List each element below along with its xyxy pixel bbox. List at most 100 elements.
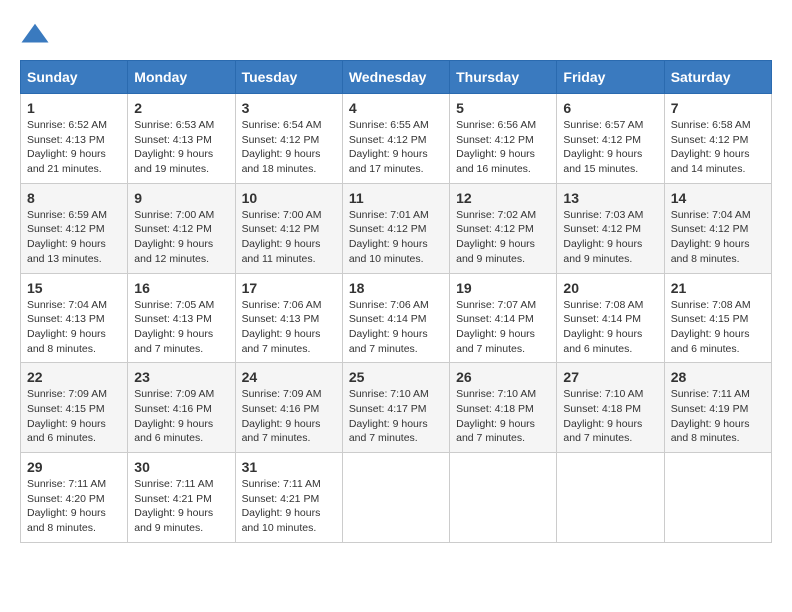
calendar-cell: 22Sunrise: 7:09 AMSunset: 4:15 PMDayligh… [21,363,128,453]
day-content: Sunrise: 7:03 AMSunset: 4:12 PMDaylight:… [563,208,657,267]
day-content: Sunrise: 7:09 AMSunset: 4:15 PMDaylight:… [27,387,121,446]
calendar-cell: 20Sunrise: 7:08 AMSunset: 4:14 PMDayligh… [557,273,664,363]
day-content: Sunrise: 6:54 AMSunset: 4:12 PMDaylight:… [242,118,336,177]
day-number: 4 [349,100,443,116]
calendar-cell: 1Sunrise: 6:52 AMSunset: 4:13 PMDaylight… [21,94,128,184]
calendar-week-row: 1Sunrise: 6:52 AMSunset: 4:13 PMDaylight… [21,94,772,184]
day-content: Sunrise: 6:56 AMSunset: 4:12 PMDaylight:… [456,118,550,177]
day-number: 6 [563,100,657,116]
day-content: Sunrise: 6:57 AMSunset: 4:12 PMDaylight:… [563,118,657,177]
day-number: 30 [134,459,228,475]
day-content: Sunrise: 6:59 AMSunset: 4:12 PMDaylight:… [27,208,121,267]
day-number: 12 [456,190,550,206]
day-number: 26 [456,369,550,385]
day-content: Sunrise: 7:08 AMSunset: 4:15 PMDaylight:… [671,298,765,357]
day-number: 21 [671,280,765,296]
day-number: 15 [27,280,121,296]
day-number: 1 [27,100,121,116]
calendar-cell [342,453,449,543]
day-number: 25 [349,369,443,385]
calendar-cell: 14 Sunrise: 7:04 AMSunset: 4:12 PMDayligh… [664,183,771,273]
day-content: Sunrise: 7:11 AMSunset: 4:21 PMDaylight:… [134,477,228,536]
calendar-cell: 27 Sunrise: 7:10 AMSunset: 4:18 PMDayligh… [557,363,664,453]
weekday-header: Thursday [450,61,557,94]
calendar-cell [557,453,664,543]
calendar-cell: 10 Sunrise: 7:00 AMSunset: 4:12 PMDayligh… [235,183,342,273]
calendar-cell: 3 Sunrise: 6:54 AMSunset: 4:12 PMDaylight… [235,94,342,184]
calendar-cell: 5Sunrise: 6:56 AMSunset: 4:12 PMDaylight… [450,94,557,184]
calendar-cell: 9 Sunrise: 7:00 AMSunset: 4:12 PMDaylight… [128,183,235,273]
calendar-cell: 26 Sunrise: 7:10 AMSunset: 4:18 PMDayligh… [450,363,557,453]
calendar-cell: 19 Sunrise: 7:07 AMSunset: 4:14 PMDayligh… [450,273,557,363]
calendar-cell: 23 Sunrise: 7:09 AMSunset: 4:16 PMDayligh… [128,363,235,453]
day-number: 16 [134,280,228,296]
day-number: 14 [671,190,765,206]
day-content: Sunrise: 7:09 AMSunset: 4:16 PMDaylight:… [134,387,228,446]
calendar-body: 1Sunrise: 6:52 AMSunset: 4:13 PMDaylight… [21,94,772,543]
day-content: Sunrise: 7:08 AMSunset: 4:14 PMDaylight:… [563,298,657,357]
calendar-cell: 6 Sunrise: 6:57 AMSunset: 4:12 PMDaylight… [557,94,664,184]
day-number: 3 [242,100,336,116]
calendar-header: SundayMondayTuesdayWednesdayThursdayFrid… [21,61,772,94]
day-content: Sunrise: 7:00 AMSunset: 4:12 PMDaylight:… [134,208,228,267]
calendar-cell: 29 Sunrise: 7:11 AMSunset: 4:20 PMDayligh… [21,453,128,543]
calendar-cell: 12Sunrise: 7:02 AMSunset: 4:12 PMDayligh… [450,183,557,273]
calendar-cell: 2 Sunrise: 6:53 AMSunset: 4:13 PMDaylight… [128,94,235,184]
day-number: 17 [242,280,336,296]
day-content: Sunrise: 7:10 AMSunset: 4:18 PMDaylight:… [563,387,657,446]
day-number: 13 [563,190,657,206]
day-number: 19 [456,280,550,296]
day-number: 9 [134,190,228,206]
weekday-header: Wednesday [342,61,449,94]
weekday-header: Sunday [21,61,128,94]
day-content: Sunrise: 7:07 AMSunset: 4:14 PMDaylight:… [456,298,550,357]
calendar-cell: 8 Sunrise: 6:59 AMSunset: 4:12 PMDaylight… [21,183,128,273]
calendar-week-row: 29 Sunrise: 7:11 AMSunset: 4:20 PMDayligh… [21,453,772,543]
day-number: 29 [27,459,121,475]
day-content: Sunrise: 7:01 AMSunset: 4:12 PMDaylight:… [349,208,443,267]
calendar-week-row: 15Sunrise: 7:04 AMSunset: 4:13 PMDayligh… [21,273,772,363]
calendar-cell: 4 Sunrise: 6:55 AMSunset: 4:12 PMDaylight… [342,94,449,184]
calendar-cell: 11Sunrise: 7:01 AMSunset: 4:12 PMDayligh… [342,183,449,273]
calendar-cell [450,453,557,543]
day-content: Sunrise: 6:55 AMSunset: 4:12 PMDaylight:… [349,118,443,177]
calendar-week-row: 8 Sunrise: 6:59 AMSunset: 4:12 PMDaylight… [21,183,772,273]
calendar-cell: 18Sunrise: 7:06 AMSunset: 4:14 PMDayligh… [342,273,449,363]
day-content: Sunrise: 7:06 AMSunset: 4:14 PMDaylight:… [349,298,443,357]
day-content: Sunrise: 7:10 AMSunset: 4:17 PMDaylight:… [349,387,443,446]
calendar-cell: 28 Sunrise: 7:11 AMSunset: 4:19 PMDayligh… [664,363,771,453]
weekday-header: Tuesday [235,61,342,94]
day-number: 27 [563,369,657,385]
day-content: Sunrise: 6:58 AMSunset: 4:12 PMDaylight:… [671,118,765,177]
day-number: 31 [242,459,336,475]
day-content: Sunrise: 7:10 AMSunset: 4:18 PMDaylight:… [456,387,550,446]
calendar-cell: 30 Sunrise: 7:11 AMSunset: 4:21 PMDayligh… [128,453,235,543]
logo [20,20,54,50]
day-content: Sunrise: 7:00 AMSunset: 4:12 PMDaylight:… [242,208,336,267]
day-number: 2 [134,100,228,116]
calendar-cell: 17 Sunrise: 7:06 AMSunset: 4:13 PMDayligh… [235,273,342,363]
day-number: 28 [671,369,765,385]
day-number: 10 [242,190,336,206]
day-content: Sunrise: 7:09 AMSunset: 4:16 PMDaylight:… [242,387,336,446]
day-number: 23 [134,369,228,385]
day-content: Sunrise: 7:11 AMSunset: 4:19 PMDaylight:… [671,387,765,446]
day-content: Sunrise: 7:05 AMSunset: 4:13 PMDaylight:… [134,298,228,357]
calendar-cell: 7 Sunrise: 6:58 AMSunset: 4:12 PMDaylight… [664,94,771,184]
day-content: Sunrise: 6:53 AMSunset: 4:13 PMDaylight:… [134,118,228,177]
day-content: Sunrise: 7:11 AMSunset: 4:20 PMDaylight:… [27,477,121,536]
day-number: 7 [671,100,765,116]
weekday-header: Saturday [664,61,771,94]
day-number: 24 [242,369,336,385]
calendar-cell [664,453,771,543]
weekday-header: Friday [557,61,664,94]
weekday-header: Monday [128,61,235,94]
calendar-cell: 21 Sunrise: 7:08 AMSunset: 4:15 PMDayligh… [664,273,771,363]
day-content: Sunrise: 7:04 AMSunset: 4:12 PMDaylight:… [671,208,765,267]
header [20,20,772,50]
day-content: Sunrise: 7:06 AMSunset: 4:13 PMDaylight:… [242,298,336,357]
day-number: 8 [27,190,121,206]
calendar: SundayMondayTuesdayWednesdayThursdayFrid… [20,60,772,543]
calendar-cell: 24 Sunrise: 7:09 AMSunset: 4:16 PMDayligh… [235,363,342,453]
calendar-cell: 31Sunrise: 7:11 AMSunset: 4:21 PMDayligh… [235,453,342,543]
